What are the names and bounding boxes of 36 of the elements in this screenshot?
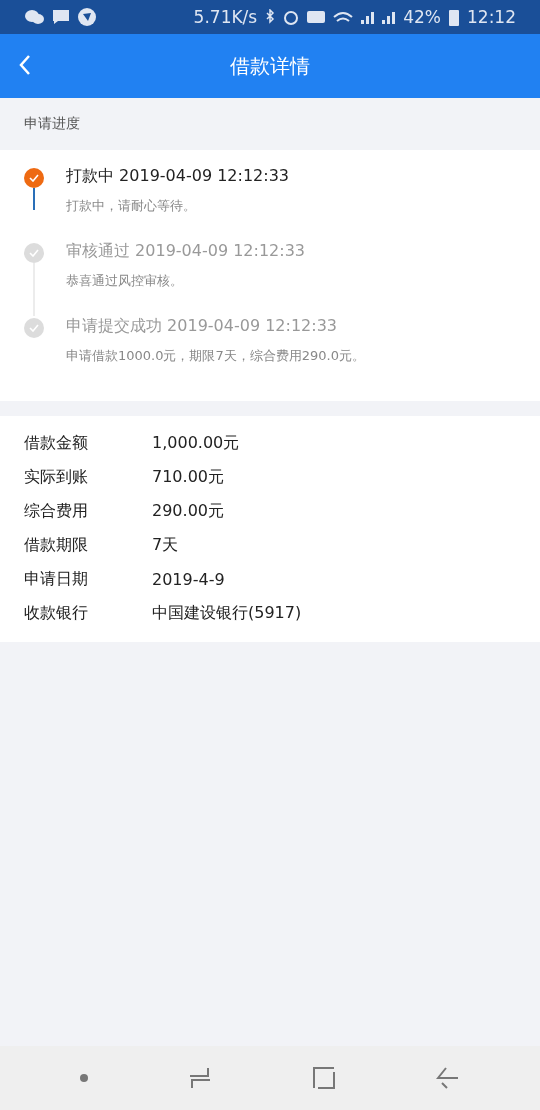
detail-value: 2019-4-9 bbox=[152, 569, 225, 589]
chat-icon bbox=[24, 9, 44, 25]
message-icon bbox=[52, 9, 70, 25]
detail-value: 1,000.00元 bbox=[152, 432, 240, 454]
step-note: 打款中，请耐心等待。 bbox=[66, 197, 197, 215]
step-title: 打款中 2019-04-09 12:12:33 bbox=[66, 166, 290, 187]
detail-label: 实际到账 bbox=[24, 466, 89, 488]
battery-level: 42% bbox=[403, 7, 441, 27]
detail-value: 710.00元 bbox=[152, 466, 224, 488]
signal-icon bbox=[382, 10, 396, 24]
step-note: 恭喜通过风控审核。 bbox=[66, 272, 184, 290]
dot-icon[interactable] bbox=[80, 1074, 88, 1082]
app-icon bbox=[78, 8, 96, 26]
detail-label: 借款金额 bbox=[24, 432, 89, 454]
step-note: 申请借款1000.0元，期限7天，综合费用290.0元。 bbox=[66, 347, 365, 365]
chevron-left-icon bbox=[18, 54, 32, 76]
detail-value: 290.00元 bbox=[152, 500, 224, 522]
network-speed: 5.71K/s bbox=[193, 7, 258, 27]
detail-value: 7天 bbox=[152, 534, 179, 556]
clock: 12:12 bbox=[467, 7, 516, 27]
detail-label: 综合费用 bbox=[24, 500, 89, 522]
detail-label: 收款银行 bbox=[24, 602, 89, 624]
home-icon[interactable] bbox=[312, 1066, 336, 1090]
detail-value: 中国建设银行(5917) bbox=[152, 602, 302, 624]
detail-label: 申请日期 bbox=[24, 568, 89, 590]
signal-icon bbox=[361, 10, 375, 24]
bluetooth-icon bbox=[265, 9, 276, 25]
step-title: 申请提交成功 2019-04-09 12:12:33 bbox=[66, 316, 339, 337]
detail-label: 借款期限 bbox=[24, 534, 89, 556]
page-title: 借款详情 bbox=[230, 52, 310, 80]
battery-icon bbox=[449, 8, 459, 26]
back-icon[interactable] bbox=[436, 1066, 460, 1090]
section-label: 申请进度 bbox=[24, 115, 80, 133]
step-title: 审核通过 2019-04-09 12:12:33 bbox=[66, 241, 306, 262]
wifi-icon bbox=[333, 11, 354, 23]
recents-icon[interactable] bbox=[188, 1066, 212, 1090]
